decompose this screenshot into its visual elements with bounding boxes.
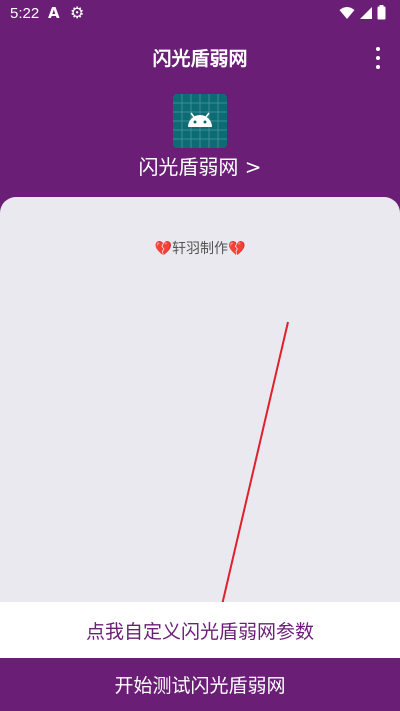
app-name-link[interactable]: 闪光盾弱网 >	[0, 151, 400, 180]
gear-icon: ⚙	[70, 3, 85, 22]
customize-params-button[interactable]: 点我自定义闪光盾弱网参数	[0, 602, 400, 658]
broken-heart-icon: 💔	[228, 241, 246, 257]
status-time: 5:22	[10, 5, 40, 22]
status-icons-right	[339, 5, 386, 20]
credit-text: 轩羽制作	[172, 241, 228, 257]
accessibility-a-icon: A	[48, 4, 60, 22]
broken-heart-icon: 💔	[154, 241, 172, 257]
signal-icon	[360, 6, 372, 19]
android-app-icon	[173, 94, 227, 148]
status-bar: 5:22 A ⚙	[0, 0, 400, 28]
wifi-icon	[339, 6, 355, 19]
more-options-icon[interactable]	[374, 47, 382, 69]
page-title: 闪光盾弱网	[152, 48, 248, 70]
credit-label: 💔轩羽制作💔	[0, 238, 400, 258]
battery-icon	[377, 5, 386, 20]
start-test-button[interactable]: 开始测试闪光盾弱网	[0, 658, 400, 711]
